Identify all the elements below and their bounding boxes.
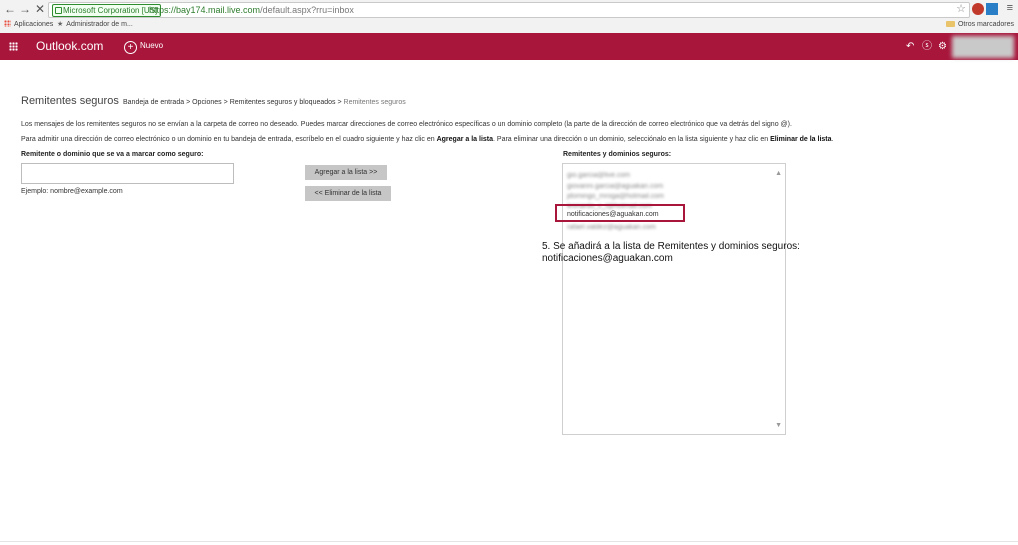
breadcrumb-separator: > — [223, 99, 228, 106]
safe-list-label: Remitentes y dominios seguros: — [563, 151, 672, 158]
extension-icon[interactable] — [972, 3, 984, 15]
annotation-text: 5. Se añadirá a la lista de Remitentes y… — [542, 241, 800, 265]
description-paragraph: Los mensajes de los remitentes seguros n… — [21, 121, 792, 128]
breadcrumb-inbox[interactable]: Bandeja de entrada — [123, 99, 184, 106]
scroll-down-icon[interactable]: ▼ — [775, 422, 782, 429]
list-item[interactable]: giovanni.garcia@aguakan.com — [567, 182, 663, 191]
scroll-up-icon[interactable]: ▲ — [775, 170, 782, 177]
browser-menu-icon[interactable]: ≡ — [1007, 2, 1013, 14]
list-item[interactable]: rafael.valdez@aguakan.com — [567, 223, 656, 232]
extension-icon-2[interactable] — [986, 3, 998, 15]
security-badge[interactable]: Microsoft Corporation [US] — [52, 4, 162, 17]
forward-icon[interactable]: → — [18, 2, 32, 16]
star-icon: ★ — [57, 21, 64, 28]
breadcrumb-separator: > — [186, 99, 191, 106]
bookmark-admin[interactable]: ★ Administrador de m... — [57, 18, 133, 32]
sender-input-label: Remitente o dominio que se va a marcar c… — [21, 151, 204, 158]
page-title: Remitentes seguros — [21, 95, 119, 107]
footer-divider — [0, 541, 1018, 542]
bookmark-star-icon[interactable]: ☆ — [956, 3, 966, 15]
sender-input[interactable] — [21, 163, 234, 184]
brand-logo[interactable]: Outlook.com — [36, 39, 103, 54]
list-item-highlighted[interactable]: notificaciones@aguakan.com — [567, 210, 659, 219]
address-bar[interactable]: Microsoft Corporation [US] https://bay17… — [48, 2, 970, 18]
breadcrumb-options[interactable]: Opciones — [192, 99, 222, 106]
url-text: https://bay174.mail.live.com/default.asp… — [149, 5, 354, 15]
plus-icon: + — [124, 41, 137, 54]
breadcrumb-separator: > — [337, 99, 342, 106]
stop-icon[interactable]: ✕ — [33, 2, 47, 16]
avatar[interactable] — [952, 36, 1014, 58]
annotation-line-1: 5. Se añadirá a la lista de Remitentes y… — [542, 241, 800, 252]
breadcrumb: Bandeja de entrada > Opciones > Remitent… — [123, 98, 406, 107]
address-row: ← → ✕ Microsoft Corporation [US] https:/… — [0, 0, 1018, 18]
remove-from-list-button[interactable]: << Eliminar de la lista — [305, 186, 391, 201]
skype-icon[interactable]: ⓢ — [922, 41, 932, 52]
example-text: Ejemplo: nombre@example.com — [21, 188, 123, 195]
add-to-list-button[interactable]: Agregar a la lista >> — [305, 165, 387, 180]
gear-icon[interactable]: ⚙ — [938, 41, 947, 52]
bookmark-apps[interactable]: Aplicaciones — [4, 18, 53, 32]
apps-icon — [4, 20, 11, 27]
annotation-line-2: notificaciones@aguakan.com — [542, 253, 673, 264]
lock-icon — [55, 7, 62, 14]
folder-icon — [945, 21, 955, 27]
breadcrumb-current: Remitentes seguros — [343, 99, 406, 106]
undo-icon[interactable]: ↶ — [906, 41, 914, 52]
bookmarks-bar: Aplicaciones ★ Administrador de m... Otro… — [0, 18, 1018, 32]
outlook-header: Outlook.com + Nuevo ↶ ⓢ ⚙ — [0, 33, 1018, 60]
breadcrumb-safe-blocked[interactable]: Remitentes seguros y bloqueados — [230, 99, 336, 106]
list-item[interactable]: gio.garcia@live.com — [567, 171, 630, 180]
browser-chrome: ← → ✕ Microsoft Corporation [US] https:/… — [0, 0, 1018, 34]
new-button[interactable]: + Nuevo — [124, 39, 163, 54]
list-item[interactable]: jdomingo_mroga@hotmail.com — [567, 192, 664, 201]
other-bookmarks[interactable]: Otros marcadores — [945, 18, 1014, 32]
instructions-paragraph: Para admitir una dirección de correo ele… — [21, 136, 834, 143]
back-icon[interactable]: ← — [3, 2, 17, 16]
app-launcher-icon[interactable] — [9, 42, 18, 51]
